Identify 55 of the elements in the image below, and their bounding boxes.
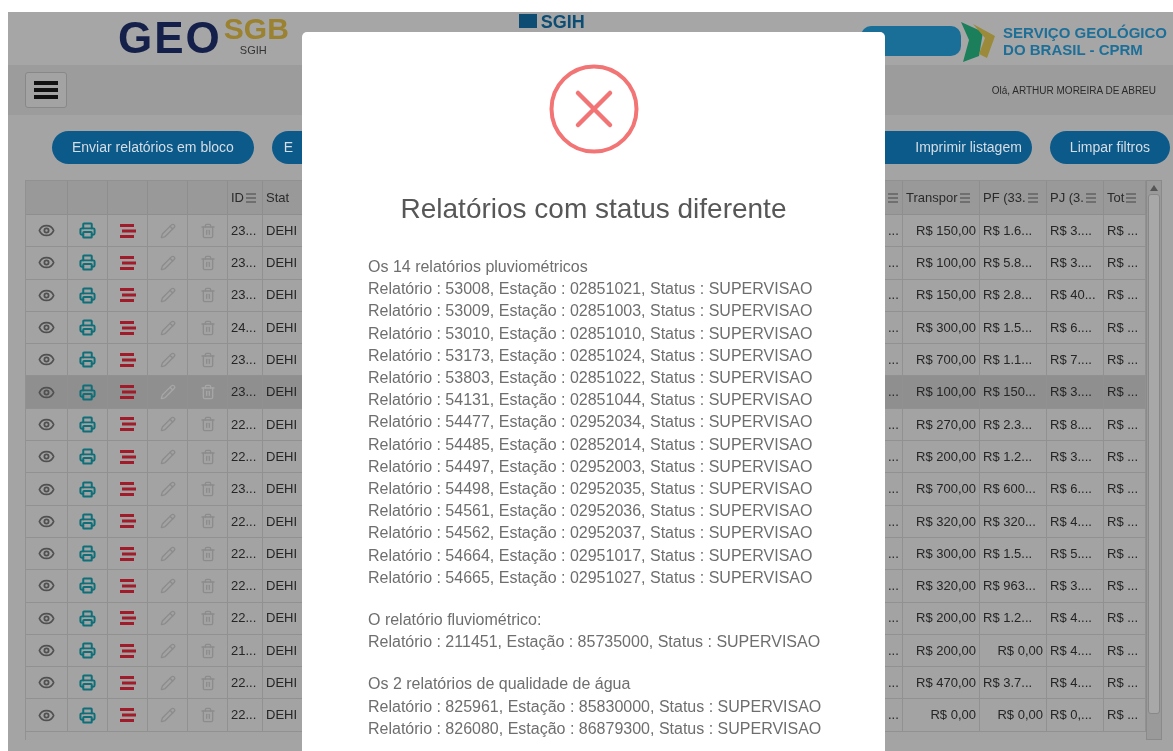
table-cell: R$ 963...	[980, 570, 1047, 603]
logo-title: SGIH	[540, 12, 585, 32]
logo-system: SGIH	[239, 44, 267, 56]
dialog-title: Relatórios com status diferente	[400, 192, 787, 226]
table-cell: R$ 1.2...	[980, 602, 1047, 635]
report-line: Relatório : 54131, Estação : 02851044, Status : SUPERVISAO	[368, 390, 814, 411]
table-cell: R$ 700,00	[903, 473, 980, 506]
agency-name: DO BRASIL - CPRM	[1003, 41, 1144, 58]
table-cell: 23...	[228, 247, 263, 280]
table-cell: R$ 150,00	[903, 279, 980, 312]
table-cell: R$ 4....	[1047, 505, 1104, 538]
group-heading: Os 14 relatórios pluviométricos	[368, 257, 589, 277]
report-line: Relatório : 53008, Estação : 02851021, Status : SUPERVISAO	[368, 279, 814, 300]
logo-brand: SGB	[223, 14, 289, 44]
table-cell: 22...	[228, 505, 263, 538]
table-cell: R$ 3....	[1047, 247, 1104, 280]
table-cell: R$ 5.8...	[980, 247, 1047, 280]
report-line: Relatório : 54498, Estação : 02952035, Status : SUPERVISAO	[368, 479, 814, 500]
table-cell: R$ 600...	[980, 473, 1047, 506]
report-line: Relatório : 54561, Estação : 02952036, Status : SUPERVISAO	[368, 501, 814, 522]
table-cell: R$ 0,00	[903, 699, 980, 732]
table-cell: 23...	[228, 376, 263, 409]
table-cell: 22...	[228, 570, 263, 603]
table-cell: R$ 100,00	[903, 376, 980, 409]
table-cell: R$ 320,00	[903, 505, 980, 538]
report-line: Relatório : 53173, Estação : 02851024, Status : SUPERVISAO	[368, 345, 814, 366]
table-cell: R$ 3....	[1047, 376, 1104, 409]
table-cell: R$ 3....	[1047, 570, 1104, 603]
table-cell: R$ 150...	[980, 376, 1047, 409]
report-line: Relatório : 54497, Estação : 02952003, Status : SUPERVISAO	[368, 456, 814, 477]
report-line: Relatório : 211451, Estação : 85735000, Status : SUPERVISAO	[368, 632, 822, 653]
table-cell: R$ 0,00	[980, 699, 1047, 732]
table-cell: 22...	[228, 602, 263, 635]
table-cell: R$ 40...	[1047, 279, 1104, 312]
user-greeting: Olá, ARTHUR MOREIRA DE ABREU	[991, 83, 1156, 98]
logo-wordmark: GEO	[118, 14, 222, 62]
table-cell: R$ 0,...	[1047, 699, 1104, 732]
table-cell: R$ 4....	[1047, 602, 1104, 635]
report-line: Relatório : 825961, Estação : 85830000, Status : SUPERVISAO	[368, 696, 822, 717]
table-cell: R$ 320,00	[903, 570, 980, 603]
table-cell: 22...	[228, 699, 263, 732]
agency-name: SERVIÇO GEOLÓGICO	[1003, 24, 1167, 41]
table-cell: R$ 6....	[1047, 473, 1104, 506]
group-heading: O relatório fluviométrico:	[368, 610, 543, 631]
table-cell: R$ 320...	[980, 505, 1047, 538]
table-cell: R$ 100,00	[903, 247, 980, 280]
report-line: Relatório : 54477, Estação : 02952034, Status : SUPERVISAO	[368, 412, 814, 433]
report-line: Relatório : 53010, Estação : 02851010, Status : SUPERVISAO	[368, 323, 814, 344]
table-cell: 23...	[228, 279, 263, 312]
report-line: Relatório : 826080, Estação : 86879300, Status : SUPERVISAO	[368, 718, 822, 739]
table-cell: R$ 2.8...	[980, 279, 1047, 312]
table-cell: 23...	[228, 473, 263, 506]
table-cell: R$ 200,00	[903, 602, 980, 635]
report-line: Relatório : 54664, Estação : 02951017, Status : SUPERVISAO	[368, 545, 814, 566]
group-heading: Os 2 relatórios de qualidade de água	[368, 674, 632, 695]
